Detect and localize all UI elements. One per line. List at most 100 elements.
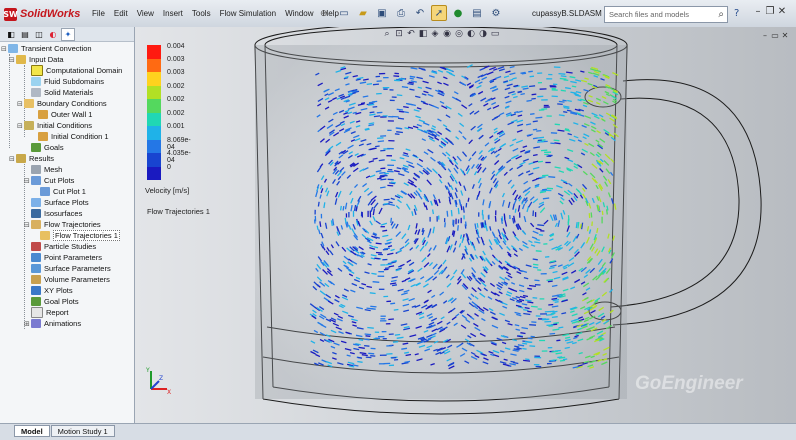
mug-model-view[interactable] [135,27,796,423]
solidworks-logo[interactable]: SW SolidWorks [4,5,80,23]
view-orientation-icon[interactable]: ◈ [429,29,441,39]
collapse-toggle-icon[interactable]: ⊟ [9,155,16,163]
trajectory-vector [374,258,379,259]
panel-tabs: ◧ ▤ ◫ ◐ ✦ [0,27,134,42]
trajectory-vector [591,212,592,217]
undo-icon[interactable]: ↶ [412,5,428,21]
tree-item-volume-parameters[interactable]: Volume Parameters [31,274,110,285]
display-style-icon[interactable]: ◉ [441,29,453,39]
trajectory-vector [376,243,382,244]
search-box[interactable]: Search files and models ⌕ [604,6,728,23]
tree-root-label: Transient Convection [21,44,92,53]
viewport-restore-icon[interactable]: ▭ [770,31,780,40]
minimize-icon[interactable]: – [752,6,764,17]
legend-title: Velocity [m/s] [145,186,189,195]
menu-file[interactable]: File [92,9,105,18]
menu-tools[interactable]: Tools [192,9,211,18]
tab-model[interactable]: Model [14,425,50,437]
tree-item-cut-plot-1[interactable]: Cut Plot 1 [40,186,86,197]
zoom-area-icon[interactable]: ⊡ [393,29,405,39]
tree-item-solid-materials[interactable]: Solid Materials [24,87,93,98]
collapse-toggle-icon[interactable]: ⊟ [17,100,24,108]
search-input[interactable]: Search files and models [609,10,718,19]
tree-item-surface-plots[interactable]: Surface Plots [31,197,89,208]
tree-item-point-parameters[interactable]: Point Parameters [31,252,102,263]
viewport-close-icon[interactable]: ✕ [780,31,790,40]
collapse-toggle-icon[interactable]: ⊟ [24,177,31,185]
trajectory-vector [560,79,567,80]
tree-item-fluid-subdomains[interactable]: Fluid Subdomains [24,76,104,87]
menu-window[interactable]: Window [285,9,313,18]
tree-item-initial-condition-1[interactable]: Initial Condition 1 [38,131,109,142]
collapse-toggle-icon[interactable]: ⊟ [24,221,31,229]
flow-simulation-tab-icon[interactable]: ✦ [61,28,75,41]
tree-root[interactable]: ⊟ Transient Convection [1,43,92,54]
zoom-to-fit-icon[interactable]: ⌕ [381,29,393,39]
tree-item-xy-plots[interactable]: XY Plots [31,285,73,296]
menu-insert[interactable]: Insert [163,9,183,18]
trajectory-vector [458,208,459,214]
trajectory-vector [528,338,533,339]
expand-toggle-icon[interactable]: ⊞ [24,320,31,328]
tree-item-goals[interactable]: Goals [24,142,64,153]
tree-item-goal-plots[interactable]: Goal Plots [31,296,79,307]
help-icon[interactable]: ? [734,8,739,19]
tree-item-input-data[interactable]: ⊟ Input Data [9,54,64,65]
initial-conditions-icon [24,121,34,130]
hide-show-items-icon[interactable]: ◎ [453,29,465,39]
trajectory-vector [501,218,502,224]
close-icon[interactable]: ✕ [776,6,788,17]
configuration-manager-tab-icon[interactable]: ◫ [33,29,45,40]
view-settings-icon[interactable]: ▭ [489,29,501,39]
tree-item-results[interactable]: ⊟ Results [9,153,54,164]
display-manager-tab-icon[interactable]: ◐ [47,29,59,40]
tree-item-surface-parameters[interactable]: Surface Parameters [31,263,111,274]
apply-scene-icon[interactable]: ◑ [477,29,489,39]
trajectory-vector [578,222,579,228]
file-properties-icon[interactable]: ▤ [469,5,485,21]
feature-manager-tab-icon[interactable]: ◧ [5,29,17,40]
trajectory-vector [559,327,564,328]
menu-view[interactable]: View [137,9,154,18]
tree-item-computational-domain[interactable]: Computational Domain [24,65,122,76]
collapse-toggle-icon[interactable]: ⊟ [1,45,8,53]
collapse-toggle-icon[interactable]: ⊟ [17,122,24,130]
new-document-icon[interactable]: ▭ [336,5,352,21]
tree-item-report[interactable]: Report [31,307,69,318]
save-icon[interactable]: ▣ [374,5,390,21]
trajectory-vector [341,206,342,211]
menu-bar: File Edit View Insert Tools Flow Simulat… [92,9,348,18]
tree-item-particle-studies[interactable]: Particle Studies [31,241,96,252]
trajectory-vector [458,225,459,231]
restore-icon[interactable]: ❐ [764,6,776,17]
options-icon[interactable]: ⚙ [488,5,504,21]
tree-item-mesh[interactable]: Mesh [24,164,62,175]
print-icon[interactable]: ⎙ [393,5,409,21]
edit-appearance-icon[interactable]: ◐ [465,29,477,39]
viewport-minimize-icon[interactable]: – [760,31,770,40]
tree-item-animations[interactable]: ⊞ Animations [24,318,81,329]
rebuild-icon[interactable]: ● [450,5,466,21]
tree-item-initial-conditions[interactable]: ⊟ Initial Conditions [17,120,92,131]
previous-view-icon[interactable]: ↶ [405,29,417,39]
select-cursor-icon[interactable]: ➚ [431,5,447,21]
open-folder-icon[interactable]: ▰ [355,5,371,21]
tree-item-cut-plots[interactable]: ⊟ Cut Plots [24,175,74,186]
graphics-area[interactable]: ⌕ ⊡ ↶ ◧ ◈ ◉ ◎ ◐ ◑ ▭ – ▭ ✕ 0.004 0.003 0.… [135,27,796,423]
trajectory-vector [548,281,553,282]
menu-edit[interactable]: Edit [114,9,128,18]
tree-item-label: Flow Trajectories [44,220,101,229]
search-icon[interactable]: ⌕ [718,9,724,20]
property-manager-tab-icon[interactable]: ▤ [19,29,31,40]
tree-item-outer-wall-1[interactable]: Outer Wall 1 [38,109,92,120]
wall-condition-icon [38,110,48,119]
tree-item-isosurfaces[interactable]: Isosurfaces [31,208,82,219]
tree-item-boundary-conditions[interactable]: ⊟ Boundary Conditions [17,98,107,109]
tree-item-flow-trajectories[interactable]: ⊟ Flow Trajectories [24,219,101,230]
tab-motion-study-1[interactable]: Motion Study 1 [51,425,115,437]
collapse-toggle-icon[interactable]: ⊟ [9,56,16,64]
tree-item-flow-trajectories-1[interactable]: Flow Trajectories 1 [40,230,120,241]
menu-flow-simulation[interactable]: Flow Simulation [220,9,276,18]
pin-icon[interactable]: ⊕ [320,8,328,19]
section-view-icon[interactable]: ◧ [417,29,429,39]
